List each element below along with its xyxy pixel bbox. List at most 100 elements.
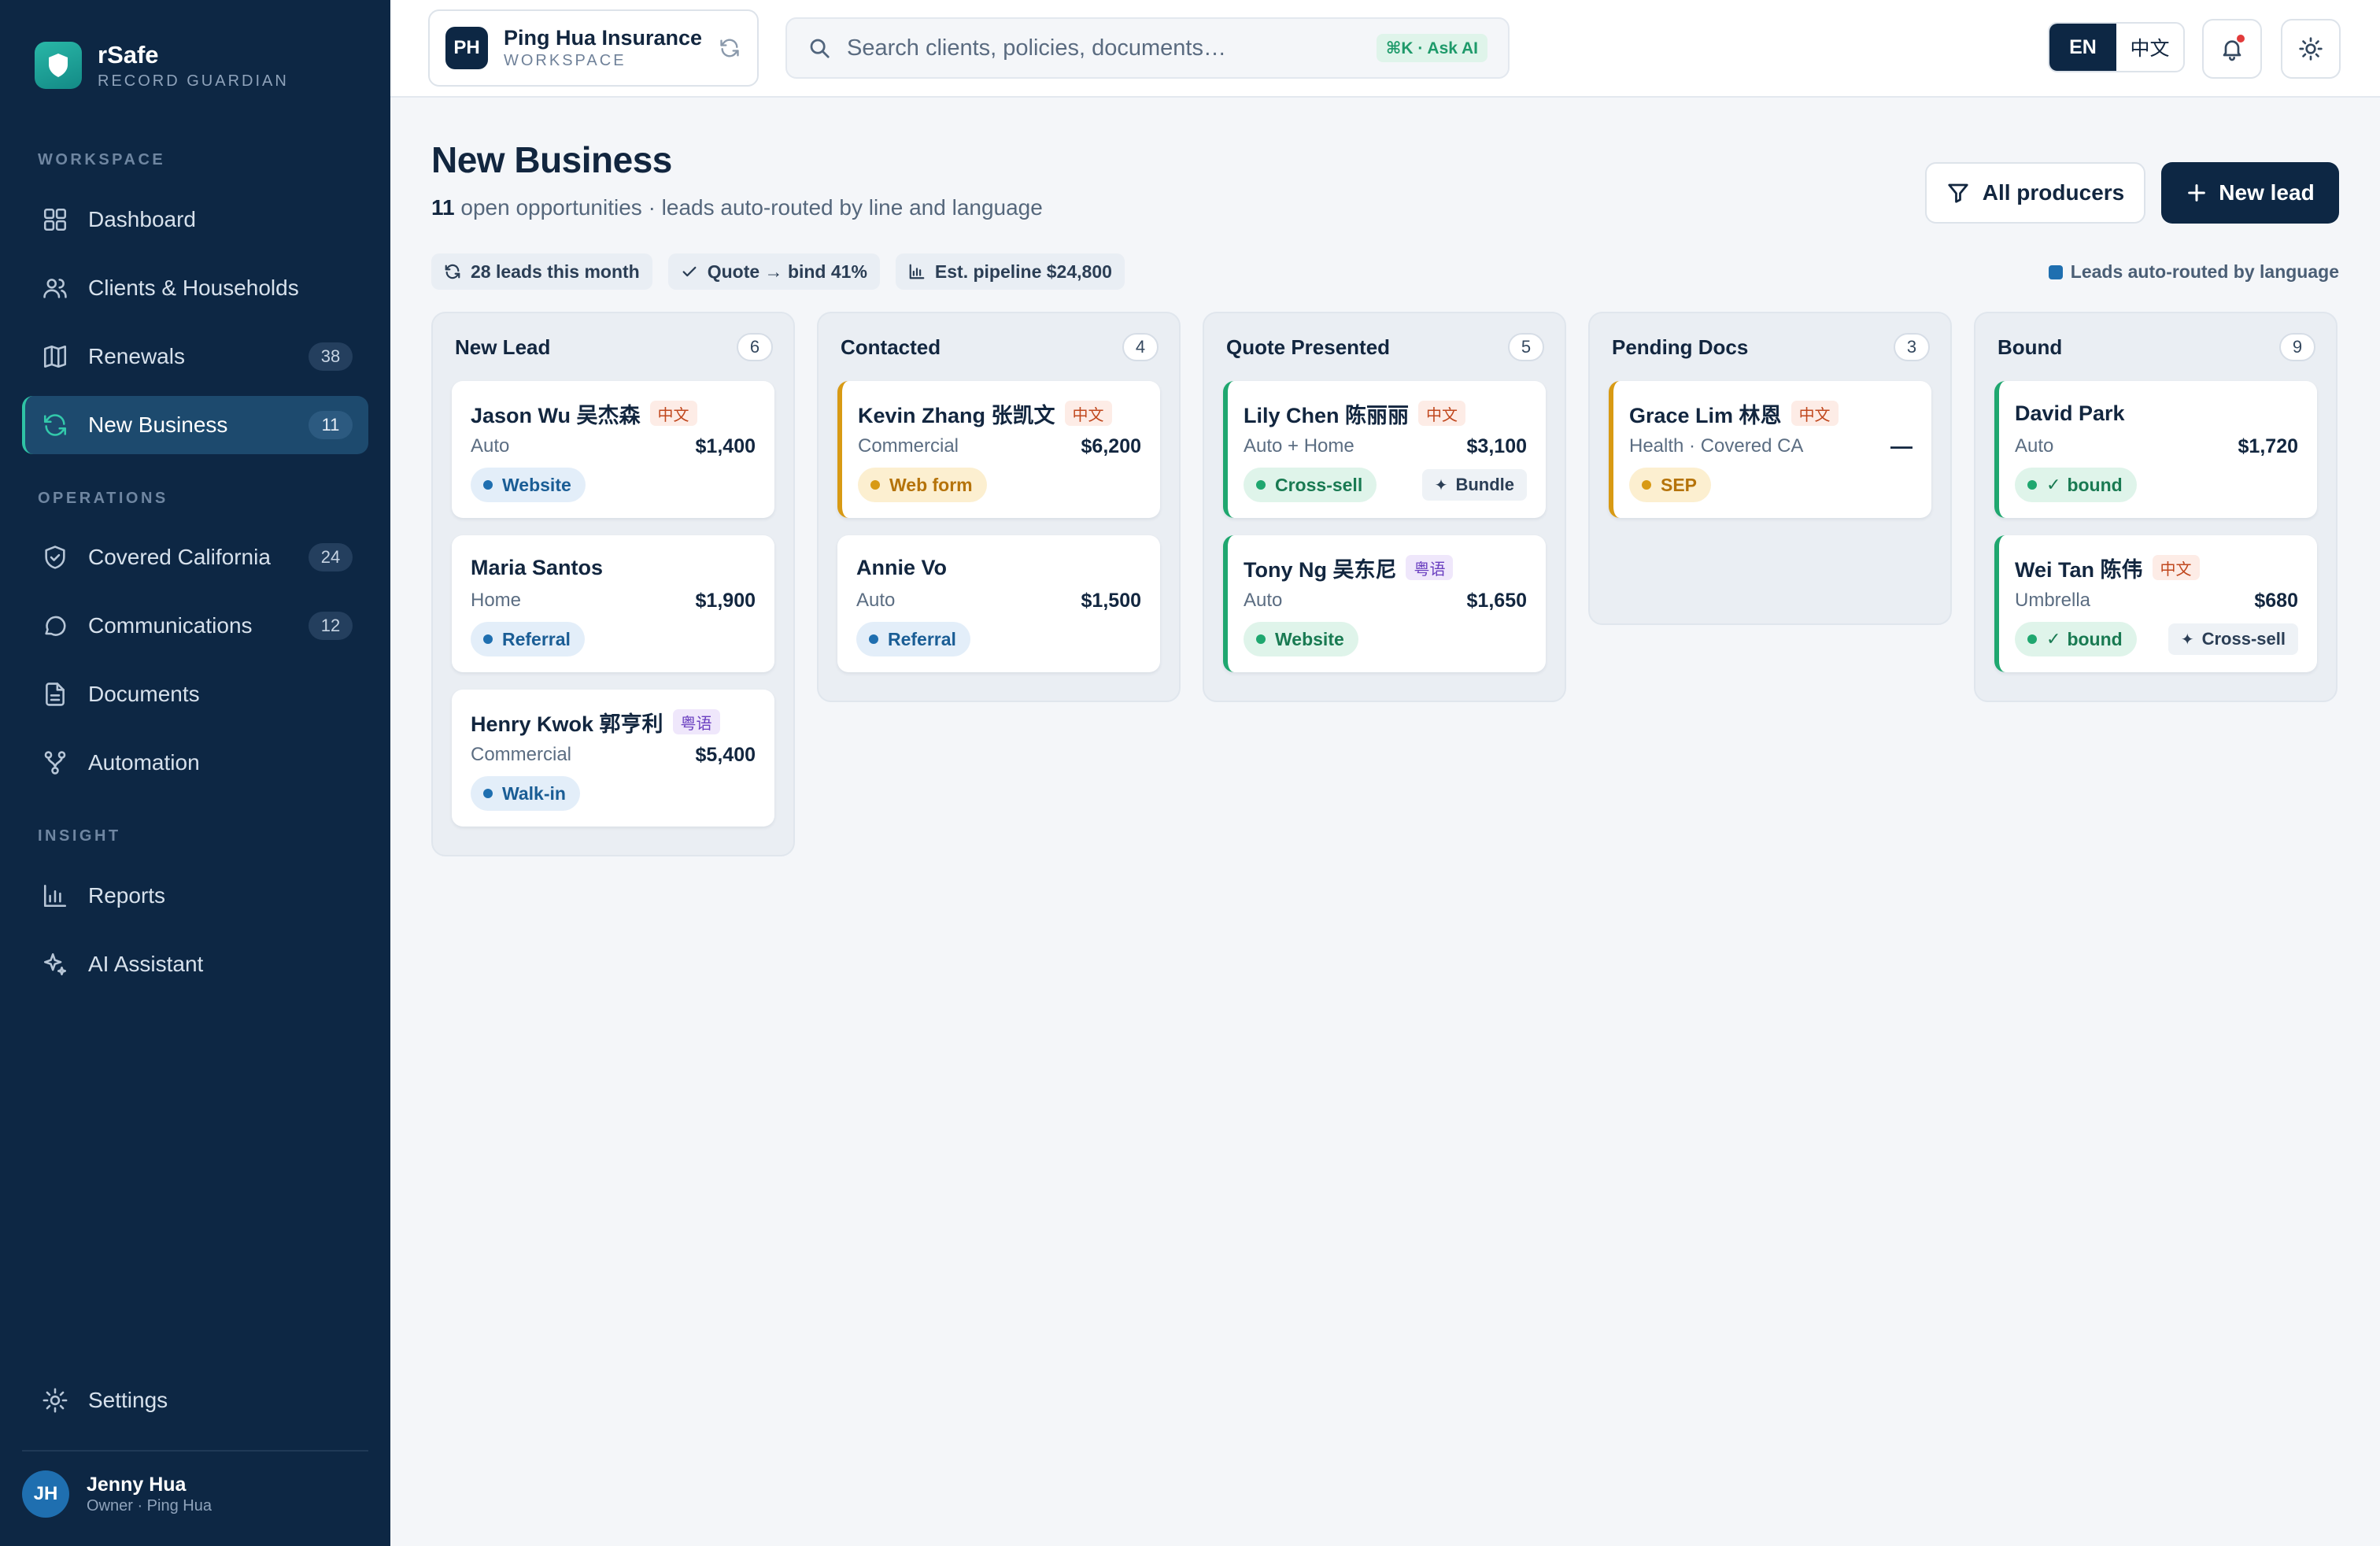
lead-card[interactable]: Grace Lim 林恩 中文 Health · Covered CA — SEP xyxy=(1609,381,1931,518)
producer-filter-button[interactable]: All producers xyxy=(1925,162,2145,224)
brand[interactable]: rSafe RECORD GUARDIAN xyxy=(35,41,289,90)
workflow-icon xyxy=(41,749,69,777)
lang-option-en[interactable]: EN xyxy=(2049,24,2116,71)
premium-amount: $1,500 xyxy=(1081,589,1141,612)
language-tag: 中文 xyxy=(1791,401,1839,426)
column-count: 3 xyxy=(1894,333,1930,361)
sidebar-item-label: Automation xyxy=(88,750,200,775)
premium-amount: $3,100 xyxy=(1466,435,1527,457)
column-count: 4 xyxy=(1122,333,1159,361)
status-badge: ✓ bound xyxy=(2015,468,2137,502)
lead-name: Grace Lim 林恩 xyxy=(1629,403,1782,427)
column-title: Contacted xyxy=(841,335,941,359)
sun-icon xyxy=(2299,37,2323,61)
sidebar-item-label: Settings xyxy=(88,1388,168,1412)
stat-chip-bind-rate: Quote → bind 41% xyxy=(667,253,880,290)
sidebar-item-covered-california[interactable]: Covered California 24 xyxy=(22,528,368,586)
lang-option-zh[interactable]: 中文 xyxy=(2116,24,2183,71)
grid-icon xyxy=(41,205,69,234)
sidebar-item-settings[interactable]: Settings xyxy=(22,1371,368,1429)
sidebar-item-automation[interactable]: Automation xyxy=(22,734,368,792)
source-badge: SEP xyxy=(1629,468,1712,502)
subtitle-text: open opportunities · leads auto-routed b… xyxy=(460,195,1043,220)
chat-icon xyxy=(41,612,69,640)
lead-name: Wei Tan 陈伟 xyxy=(2015,557,2143,582)
notification-dot xyxy=(2237,35,2245,43)
lead-card[interactable]: Wei Tan 陈伟 中文 Umbrella $680 ✓ bound ✦ Cross-… xyxy=(1994,535,2317,672)
sidebar-item-dashboard[interactable]: Dashboard xyxy=(22,190,368,249)
theme-toggle-button[interactable] xyxy=(2281,19,2341,79)
sidebar-item-renewals[interactable]: Renewals 38 xyxy=(22,327,368,386)
lead-card[interactable]: David Park Auto $1,720 ✓ bound xyxy=(1994,381,2317,518)
language-tag: 中文 xyxy=(649,401,697,426)
topbar: PH Ping Hua Insurance WORKSPACE ⌘K · Ask… xyxy=(390,0,2380,98)
sidebar-item-count: 12 xyxy=(309,612,353,640)
sidebar-item-label: Covered California xyxy=(88,545,271,569)
sidebar-item-label: Reports xyxy=(88,883,166,908)
sidebar-item-label: AI Assistant xyxy=(88,952,204,976)
source-badge: Website xyxy=(471,468,586,502)
check-icon: ✓ xyxy=(2046,629,2061,649)
workspace-switcher[interactable]: PH Ping Hua Insurance WORKSPACE xyxy=(428,9,759,87)
lead-name: Lily Chen 陈丽丽 xyxy=(1244,403,1410,427)
switch-icon[interactable] xyxy=(716,35,743,61)
sparkle-icon xyxy=(41,950,69,978)
status-badge: ✓ bound xyxy=(2015,622,2137,656)
kanban-column-quote-presented: Quote Presented 5 Lily Chen 陈丽丽 中文 Auto +… xyxy=(1203,312,1566,702)
new-lead-label: New lead xyxy=(2219,180,2315,205)
search-bar[interactable]: ⌘K · Ask AI xyxy=(785,17,1510,79)
filter-label: All producers xyxy=(1982,180,2125,205)
source-badge: Referral xyxy=(856,622,970,656)
sidebar-item-ai-assistant[interactable]: AI Assistant xyxy=(22,935,368,993)
lead-card[interactable]: Tony Ng 吴东尼 粤语 Auto $1,650 Website xyxy=(1223,535,1546,672)
users-icon xyxy=(41,274,69,302)
bar-chart-icon xyxy=(909,264,925,279)
policy-line: Auto xyxy=(856,590,896,611)
sidebar-item-new-business[interactable]: New Business 11 xyxy=(22,396,368,454)
language-tag: 粤语 xyxy=(1406,555,1454,580)
app-root: rSafe RECORD GUARDIAN WORKSPACE Dashboar… xyxy=(0,0,2380,1546)
brand-name: rSafe xyxy=(98,41,159,68)
lead-card[interactable]: Maria Santos Home $1,900 Referral xyxy=(452,535,774,672)
sparkle-icon: ✦ xyxy=(2180,631,2194,649)
lead-name: Tony Ng 吴东尼 xyxy=(1244,557,1397,582)
lead-card[interactable]: Jason Wu 吴杰森 中文 Auto $1,400 Website xyxy=(452,381,774,518)
column-title: Bound xyxy=(1998,335,2063,359)
lead-name: Jason Wu 吴杰森 xyxy=(471,403,641,427)
stat-chip-pipeline: Est. pipeline $24,800 xyxy=(895,253,1125,290)
notifications-button[interactable] xyxy=(2202,19,2262,79)
source-badge: Cross-sell xyxy=(1244,468,1377,502)
page-subtitle: 11 open opportunities · leads auto-route… xyxy=(431,195,1043,220)
sidebar-item-count: 38 xyxy=(309,342,353,371)
premium-amount: $680 xyxy=(2254,589,2298,612)
avatar: JH xyxy=(22,1470,69,1518)
lead-card[interactable]: Kevin Zhang 张凯文 中文 Commercial $6,200 Web f… xyxy=(837,381,1160,518)
ask-ai-shortcut[interactable]: ⌘K · Ask AI xyxy=(1376,34,1488,62)
premium-amount: $1,900 xyxy=(695,589,756,612)
sidebar-item-label: Communications xyxy=(88,613,253,638)
sidebar-item-communications[interactable]: Communications 12 xyxy=(22,597,368,655)
sidebar-item-clients[interactable]: Clients & Households xyxy=(22,259,368,317)
page-title: New Business xyxy=(431,139,672,180)
workspace-label: WORKSPACE xyxy=(504,52,626,69)
lead-card[interactable]: Annie Vo Auto $1,500 Referral xyxy=(837,535,1160,672)
sidebar-item-count: 24 xyxy=(309,543,353,571)
lead-name: David Park xyxy=(2015,401,2125,425)
refresh-icon xyxy=(41,411,69,439)
lead-card[interactable]: Henry Kwok 郭亨利 粤语 Commercial $5,400 Walk-i… xyxy=(452,690,774,827)
lead-name: Kevin Zhang 张凯文 xyxy=(858,403,1055,427)
sidebar-item-reports[interactable]: Reports xyxy=(22,867,368,925)
sidebar-item-label: Renewals xyxy=(88,344,185,368)
lead-card[interactable]: Lily Chen 陈丽丽 中文 Auto + Home $3,100 Cross-… xyxy=(1223,381,1546,518)
check-icon: ✓ xyxy=(2046,475,2061,494)
sidebar-item-label: Dashboard xyxy=(88,207,196,231)
nav-section-operations: OPERATIONS xyxy=(38,490,168,507)
policy-line: Home xyxy=(471,590,522,611)
new-lead-button[interactable]: New lead xyxy=(2161,162,2339,224)
kanban-column-pending-docs: Pending Docs 3 Grace Lim 林恩 中文 Health · C… xyxy=(1588,312,1952,625)
user-profile[interactable]: JH Jenny Hua Owner · Ping Hua xyxy=(22,1470,212,1518)
search-input[interactable] xyxy=(847,35,1377,61)
sidebar-divider xyxy=(22,1450,368,1452)
premium-amount: $1,400 xyxy=(695,435,756,457)
sidebar-item-documents[interactable]: Documents xyxy=(22,665,368,723)
